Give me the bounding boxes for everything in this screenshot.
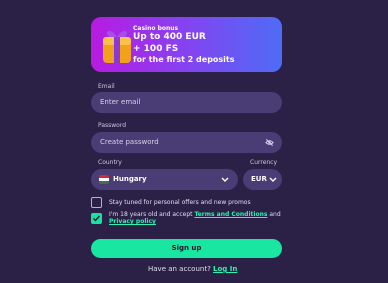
eye-hidden-icon[interactable] xyxy=(265,138,274,147)
login-link[interactable]: Log In xyxy=(213,265,237,273)
terms-link[interactable]: Terms and Conditions xyxy=(194,211,267,218)
casino-bonus-banner[interactable]: Casino bonus Up to 400 EUR + 100 FS for … xyxy=(91,17,282,72)
password-placeholder: Create password xyxy=(100,138,159,146)
chevron-down-icon xyxy=(269,177,277,182)
country-select[interactable]: Hungary xyxy=(91,169,238,190)
checkmark-icon xyxy=(93,215,101,222)
country-label: Country xyxy=(98,159,122,166)
promo-checkbox[interactable] xyxy=(91,197,102,208)
bonus-label: Casino bonus xyxy=(133,25,179,32)
bonus-free-spins: + 100 FS xyxy=(133,44,179,54)
bonus-condition: for the first 2 deposits xyxy=(133,55,235,64)
currency-label: Currency xyxy=(250,159,278,166)
promo-text: Stay tuned for personal offers and new p… xyxy=(109,199,251,206)
hungary-flag-icon xyxy=(99,175,109,184)
currency-select[interactable]: EUR xyxy=(243,169,282,190)
password-field[interactable]: Create password xyxy=(91,132,282,153)
currency-value: EUR xyxy=(251,175,267,183)
account-text: Have an account? xyxy=(148,265,211,273)
terms-text: I'm 18 years old and accept Terms and Co… xyxy=(109,211,281,225)
country-value: Hungary xyxy=(113,175,147,183)
signup-button[interactable]: Sign up xyxy=(91,239,282,258)
gift-box-icon xyxy=(103,30,131,63)
email-placeholder: Enter email xyxy=(100,98,141,106)
chevron-down-icon xyxy=(221,177,229,182)
terms-and: and xyxy=(269,211,281,218)
terms-prefix: I'm 18 years old and accept xyxy=(109,211,193,218)
account-prompt: Have an account? Log In xyxy=(148,265,237,273)
password-label: Password xyxy=(98,122,127,129)
terms-checkbox[interactable] xyxy=(91,213,102,224)
privacy-link[interactable]: Privacy policy xyxy=(109,218,156,225)
email-field[interactable]: Enter email xyxy=(91,92,282,113)
email-label: Email xyxy=(98,83,115,90)
bonus-amount: Up to 400 EUR xyxy=(133,32,206,42)
